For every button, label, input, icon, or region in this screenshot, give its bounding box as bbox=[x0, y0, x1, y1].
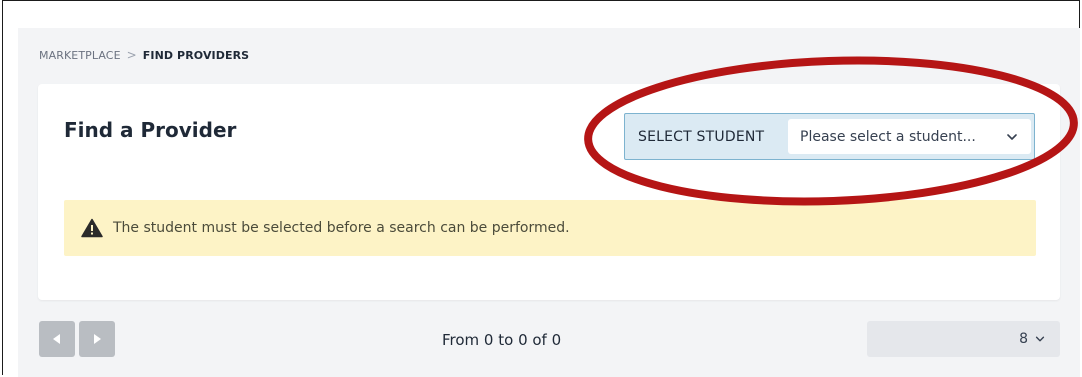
find-provider-card: Find a Provider SELECT STUDENT Please se… bbox=[38, 84, 1060, 300]
chevron-down-icon bbox=[1007, 133, 1017, 140]
breadcrumb-separator: > bbox=[126, 48, 137, 62]
breadcrumb-item-marketplace[interactable]: MARKETPLACE bbox=[39, 49, 121, 62]
chevron-down-icon bbox=[1035, 336, 1045, 342]
prev-page-button[interactable] bbox=[39, 321, 75, 357]
app-content: MARKETPLACE > FIND PROVIDERS Find a Prov… bbox=[18, 28, 1080, 377]
breadcrumb-item-find-providers: FIND PROVIDERS bbox=[142, 48, 250, 62]
next-page-button[interactable] bbox=[79, 321, 115, 357]
breadcrumb: MARKETPLACE > FIND PROVIDERS bbox=[39, 48, 249, 62]
select-student-label: SELECT STUDENT bbox=[638, 128, 765, 145]
page-size-dropdown[interactable]: 8 bbox=[867, 321, 1060, 357]
warning-icon bbox=[81, 218, 103, 238]
pagination-range: From 0 to 0 of 0 bbox=[442, 331, 562, 349]
warning-alert: The student must be selected before a se… bbox=[64, 200, 1036, 256]
student-dropdown[interactable]: Please select a student... bbox=[788, 119, 1031, 154]
page-title: Find a Provider bbox=[64, 118, 237, 142]
triangle-right-icon bbox=[94, 334, 101, 344]
page-size-value: 8 bbox=[1019, 331, 1028, 347]
pagination-controls bbox=[39, 321, 115, 357]
warning-message: The student must be selected before a se… bbox=[113, 220, 570, 236]
select-student-group: SELECT STUDENT Please select a student..… bbox=[624, 113, 1035, 160]
triangle-left-icon bbox=[53, 334, 60, 344]
student-dropdown-value: Please select a student... bbox=[800, 128, 976, 145]
